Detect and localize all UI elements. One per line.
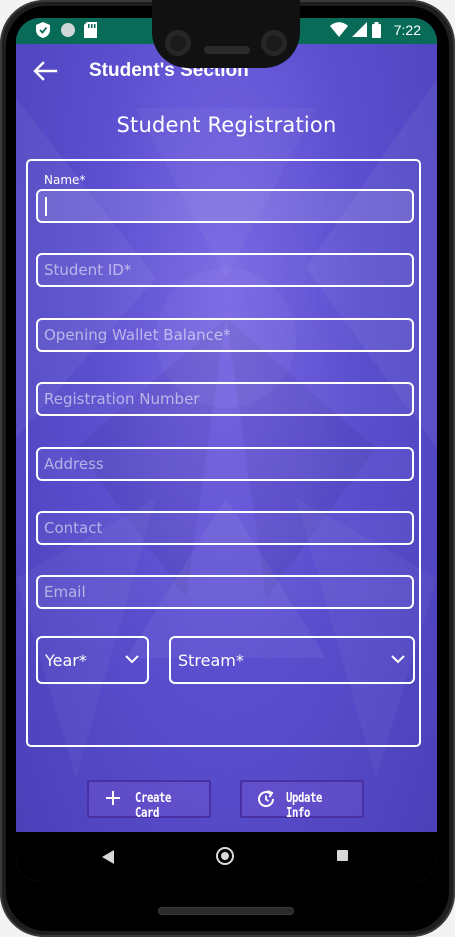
shield-icon (36, 22, 50, 38)
name-input[interactable] (36, 189, 414, 223)
stream-dropdown-label: Stream* (178, 651, 244, 670)
year-dropdown-label: Year* (45, 651, 87, 670)
registration-number-placeholder: Registration Number (44, 390, 200, 408)
earpiece-speaker (204, 46, 250, 54)
battery-icon (372, 22, 381, 38)
signal-icon (352, 22, 367, 37)
address-input[interactable]: Address (36, 447, 414, 481)
wifi-icon (330, 22, 348, 37)
text-cursor (45, 197, 47, 216)
update-info-label: Update Info (286, 791, 323, 821)
circle-home-icon[interactable] (216, 847, 234, 865)
front-camera (165, 30, 191, 56)
bottom-speaker (158, 907, 294, 915)
plus-icon (106, 791, 120, 805)
opening-wallet-balance-input[interactable]: Opening Wallet Balance* (36, 318, 414, 352)
email-input[interactable]: Email (36, 575, 414, 609)
email-placeholder: Email (44, 583, 86, 601)
name-field-label: Name* (44, 173, 86, 187)
camera-notch (152, 0, 300, 68)
chevron-down-icon (391, 655, 405, 664)
address-placeholder: Address (44, 455, 104, 473)
front-sensor (261, 30, 287, 56)
student-id-placeholder: Student ID* (44, 261, 132, 279)
circle-icon (61, 23, 75, 37)
sd-card-icon (84, 22, 97, 38)
app-screen: 7:22 Student's Section Student Registrat… (16, 18, 437, 881)
arrow-left-icon[interactable] (32, 60, 58, 82)
registration-number-input[interactable]: Registration Number (36, 382, 414, 416)
stream-dropdown[interactable]: Stream* (169, 636, 415, 684)
square-recents-icon[interactable] (337, 850, 348, 861)
create-card-label: Create Card (135, 791, 172, 821)
year-dropdown[interactable]: Year* (36, 636, 149, 684)
update-info-button[interactable]: Update Info (240, 780, 364, 821)
triangle-back-icon[interactable] (102, 850, 114, 864)
create-card-button[interactable]: Create Card (87, 780, 211, 821)
page-title: Student Registration (116, 113, 337, 137)
contact-placeholder: Contact (44, 519, 103, 537)
chevron-down-icon (125, 655, 139, 664)
refresh-icon (258, 790, 275, 808)
contact-input[interactable]: Contact (36, 511, 414, 545)
status-time: 7:22 (393, 22, 421, 38)
opening-wallet-balance-placeholder: Opening Wallet Balance* (44, 326, 231, 344)
student-id-input[interactable]: Student ID* (36, 253, 414, 287)
system-nav-bar (16, 832, 437, 881)
